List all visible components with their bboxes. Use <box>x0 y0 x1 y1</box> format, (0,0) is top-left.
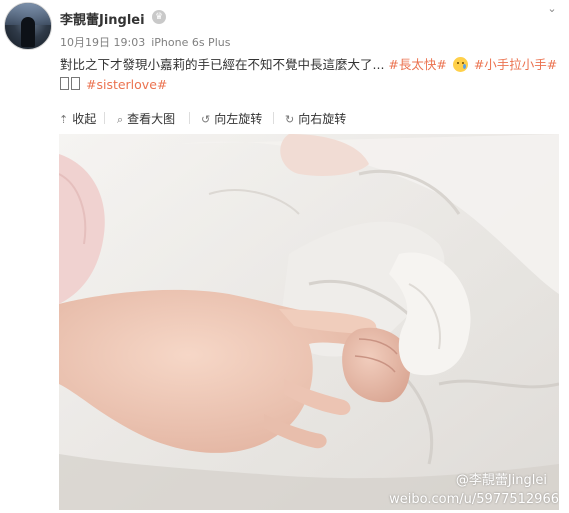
rotate-left-button[interactable]: ↺ 向左旋转 <box>201 110 262 127</box>
collapse-button[interactable]: ⇡ 收起 <box>59 110 96 127</box>
rotate-right-icon: ↻ <box>285 113 295 126</box>
rotate-left-icon: ↺ <box>201 113 211 126</box>
post-meta: 10月19日 19:03来自iPhone 6s Plus <box>60 34 236 50</box>
post-photo[interactable]: @李靚蕾Jinglei weibo.com/u/5977512966 <box>59 134 559 510</box>
post-text: 對比之下才發現小嘉莉的手已經在不知不覺中長這麼大了... <box>60 57 385 72</box>
toolbar-divider <box>104 112 105 124</box>
unknown-glyph <box>60 77 69 90</box>
post-content: 對比之下才發現小嘉莉的手已經在不知不覺中長這麼大了... #長太快# #小手拉小… <box>60 55 560 95</box>
rotate-right-button[interactable]: ↻ 向右旋转 <box>285 110 346 127</box>
unknown-glyph <box>71 77 80 90</box>
photo-watermark-url: weibo.com/u/5977512966 <box>389 492 559 507</box>
chevron-down-icon[interactable]: ⌄ <box>545 3 559 15</box>
rotate-right-label: 向右旋转 <box>298 112 347 126</box>
search-icon: ⌕ <box>117 113 124 126</box>
collapse-label: 收起 <box>72 112 97 126</box>
rotate-left-label: 向左旋转 <box>214 112 263 126</box>
weibo-post-card: 李靚蕾Jinglei ♛ ⌄ 10月19日 19:03来自iPhone 6s P… <box>0 0 569 513</box>
author-name[interactable]: 李靚蕾Jinglei <box>60 9 145 28</box>
toolbar-divider <box>273 112 274 124</box>
hashtag-link[interactable]: #sisterlove# <box>86 77 167 92</box>
photo-illustration <box>59 134 559 510</box>
hashtag-link[interactable]: #小手拉小手# <box>474 57 557 72</box>
photo-watermark-user: @李靚蕾Jinglei <box>455 473 547 488</box>
toolbar-divider <box>189 112 190 124</box>
post-source: iPhone 6s Plus <box>151 36 231 49</box>
avatar-figure <box>21 17 35 47</box>
post-timestamp[interactable]: 10月19日 19:03 <box>60 36 145 49</box>
view-large-button[interactable]: ⌕ 查看大图 <box>117 110 175 127</box>
avatar[interactable] <box>4 2 52 50</box>
crying-face-icon <box>452 57 468 72</box>
arrow-up-icon: ⇡ <box>59 113 69 126</box>
view-large-label: 查看大图 <box>127 112 176 126</box>
hashtag-link[interactable]: #長太快# <box>388 57 446 72</box>
vip-crown-icon[interactable]: ♛ <box>152 10 166 24</box>
photo-toolbar: ⇡ 收起 ⌕ 查看大图 ↺ 向左旋转 ↻ 向右旋转 <box>59 106 559 130</box>
